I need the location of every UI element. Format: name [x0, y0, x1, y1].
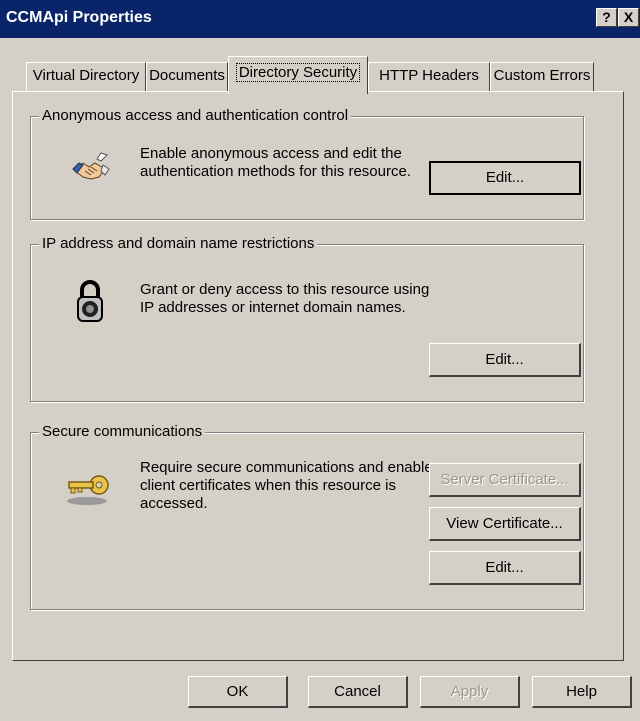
tab-label: Custom Errors: [493, 67, 591, 84]
ip-edit-button[interactable]: Edit...: [429, 343, 581, 377]
tab-label: HTTP Headers: [379, 67, 479, 84]
tab-strip: Virtual Directory Documents Directory Se…: [0, 56, 640, 94]
ok-button[interactable]: OK: [188, 676, 288, 708]
cancel-button[interactable]: Cancel: [308, 676, 408, 708]
anonymous-edit-button[interactable]: Edit...: [429, 161, 581, 195]
tab-directory-security[interactable]: Directory Security: [228, 56, 368, 94]
window-title: CCMApi Properties: [6, 9, 152, 26]
server-certificate-button[interactable]: Server Certificate...: [429, 463, 581, 497]
view-certificate-button[interactable]: View Certificate...: [429, 507, 581, 541]
secure-edit-button[interactable]: Edit...: [429, 551, 581, 585]
ip-restrictions-group: IP address and domain name restrictions …: [30, 235, 584, 402]
help-button[interactable]: Help: [532, 676, 632, 708]
help-title-button[interactable]: ?: [596, 8, 617, 27]
close-title-button[interactable]: X: [618, 8, 639, 27]
key-icon: [65, 471, 113, 513]
tab-virtual-directory[interactable]: Virtual Directory: [26, 62, 146, 92]
group-title: Secure communications: [39, 423, 206, 441]
apply-button[interactable]: Apply: [420, 676, 520, 708]
group-description: Enable anonymous access and edit the aut…: [140, 145, 411, 180]
secure-communications-group: Secure communications Require secure com…: [30, 423, 584, 610]
anonymous-access-group: Anonymous access and authentication cont…: [30, 107, 584, 220]
tab-http-headers[interactable]: HTTP Headers: [368, 62, 490, 92]
tab-label: Documents: [149, 67, 225, 84]
tab-label: Directory Security: [235, 63, 361, 82]
title-bar: CCMApi Properties ? X: [0, 0, 640, 38]
group-description: Require secure communications and enable…: [140, 459, 433, 512]
group-title: IP address and domain name restrictions: [39, 235, 318, 253]
tab-documents[interactable]: Documents: [146, 62, 228, 92]
group-description: Grant or deny access to this resource us…: [140, 281, 430, 316]
tab-custom-errors[interactable]: Custom Errors: [490, 62, 594, 92]
group-title: Anonymous access and authentication cont…: [39, 107, 352, 125]
tab-label: Virtual Directory: [32, 67, 140, 84]
padlock-icon: [75, 279, 105, 327]
handshake-icon: [71, 149, 111, 193]
